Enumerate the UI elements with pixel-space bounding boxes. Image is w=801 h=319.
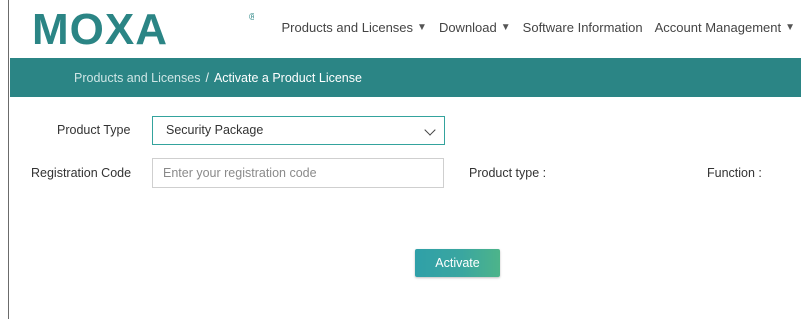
caret-down-icon: ▼: [785, 22, 795, 33]
nav-software-information[interactable]: Software Information: [517, 20, 649, 35]
nav-label: Products and Licenses: [281, 20, 414, 35]
site-header: MOXA ® Products and Licenses ▼ Download …: [10, 0, 801, 57]
caret-down-icon: ▼: [500, 22, 511, 33]
svg-text:®: ®: [249, 12, 254, 23]
nav-products-and-licenses[interactable]: Products and Licenses ▼: [276, 20, 433, 35]
main-nav: Products and Licenses ▼ Download ▼ Softw…: [276, 20, 801, 35]
function-info-label: Function :: [707, 166, 762, 180]
nav-label: Software Information: [522, 20, 643, 35]
nav-label: Download: [438, 20, 497, 35]
nav-label: Account Management: [654, 20, 782, 35]
breadcrumb-current: Activate a Product License: [213, 71, 362, 85]
svg-text:MOXA: MOXA: [32, 9, 168, 47]
caret-down-icon: ▼: [417, 22, 427, 33]
chevron-down-icon: [424, 124, 436, 136]
breadcrumb: Products and Licenses / Activate a Product…: [74, 71, 362, 85]
registration-code-label: Registration Code: [31, 166, 132, 180]
breadcrumb-parent-link[interactable]: Products and Licenses: [74, 71, 200, 85]
breadcrumb-separator: /: [205, 71, 209, 85]
activate-button[interactable]: Activate: [415, 249, 500, 277]
nav-account-management[interactable]: Account Management ▼: [649, 20, 801, 35]
registration-code-input[interactable]: [152, 158, 444, 188]
moxa-logo[interactable]: MOXA ®: [32, 9, 254, 47]
product-type-info-label: Product type :: [469, 166, 547, 180]
product-type-select[interactable]: Security Package: [152, 116, 445, 145]
product-type-selected-value: Security Package: [166, 123, 264, 137]
product-type-label: Product Type: [57, 123, 131, 137]
window-left-edge: [0, 0, 9, 319]
nav-download[interactable]: Download ▼: [433, 20, 517, 35]
breadcrumb-banner: Products and Licenses / Activate a Product…: [10, 58, 801, 97]
